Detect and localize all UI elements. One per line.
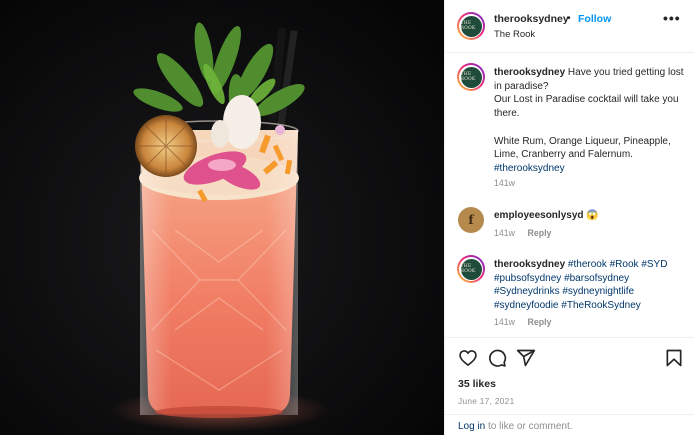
- hashtag-link[interactable]: #TheRookSydney: [561, 300, 641, 311]
- post-side-panel: THE ROOK therooksydney • Follow The Rook…: [444, 0, 694, 435]
- login-prompt-text: to like or comment.: [485, 421, 573, 432]
- comment-meta: 141w Reply: [494, 228, 551, 238]
- hashtag-link[interactable]: #Rook: [610, 259, 639, 270]
- commenter-avatar[interactable]: f: [458, 207, 484, 233]
- comment-text: therooksydney #therook #Rook #SYD #pubso…: [494, 258, 690, 313]
- commenter-avatar[interactable]: THE ROOK: [457, 255, 485, 283]
- login-prompt: Log in to like or comment.: [458, 421, 573, 432]
- post-photo[interactable]: [0, 0, 444, 435]
- comment-text: employeesonlysyd 😱: [494, 209, 690, 223]
- follow-button[interactable]: Follow: [578, 13, 611, 25]
- caption-avatar[interactable]: THE ROOK: [457, 63, 485, 91]
- caption-line-2: Our Lost in Paradise cocktail will take …: [494, 94, 679, 120]
- rook-logo-icon: THE ROOK: [460, 258, 482, 280]
- hashtag-link[interactable]: #barsofsydney: [564, 273, 629, 284]
- cocktail-image: [0, 0, 444, 435]
- hashtag-link[interactable]: #therook: [568, 259, 607, 270]
- comment-meta: 141w Reply: [494, 317, 551, 327]
- caption-timestamp[interactable]: 141w: [494, 178, 515, 188]
- comment-icon[interactable]: [487, 348, 507, 368]
- author-username[interactable]: therooksydney: [494, 13, 569, 25]
- comment-username[interactable]: therooksydney: [494, 259, 565, 270]
- rook-logo-icon: THE ROOK: [460, 15, 482, 37]
- login-prompt-bar: Log in to like or comment.: [445, 414, 694, 435]
- author-avatar[interactable]: THE ROOK: [457, 12, 485, 40]
- comment-timestamp[interactable]: 141w: [494, 317, 515, 327]
- separator-dot: •: [567, 12, 571, 24]
- heart-icon[interactable]: [458, 348, 478, 368]
- caption-hashtag[interactable]: #therooksydney: [494, 163, 565, 174]
- hashtag-link[interactable]: #Sydneydrinks: [494, 286, 560, 297]
- location-link[interactable]: The Rook: [494, 29, 535, 40]
- reply-button[interactable]: Reply: [527, 317, 551, 327]
- more-options-icon[interactable]: •••: [663, 10, 681, 26]
- caption-username[interactable]: therooksydney: [494, 67, 565, 78]
- post-date[interactable]: June 17, 2021: [458, 396, 515, 406]
- hashtag-link[interactable]: #pubsofsydney: [494, 273, 561, 284]
- likes-count[interactable]: 35 likes: [458, 378, 496, 390]
- caption-line-3: White Rum, Orange Liqueur, Pineapple, Li…: [494, 135, 671, 161]
- comment-username[interactable]: employeesonlysyd: [494, 210, 583, 221]
- rook-logo-icon: THE ROOK: [460, 66, 482, 88]
- bookmark-icon[interactable]: [664, 348, 684, 368]
- instagram-post: THE ROOK therooksydney • Follow The Rook…: [0, 0, 694, 435]
- hashtag-link[interactable]: #sydneyfoodie: [494, 300, 559, 311]
- commenter-avatar-glyph: f: [468, 213, 474, 227]
- share-icon[interactable]: [516, 348, 536, 368]
- comment-emoji: 😱: [586, 210, 599, 221]
- hashtag-link[interactable]: #SYD: [641, 259, 667, 270]
- post-actions: 35 likes June 17, 2021 Log in to like or…: [445, 337, 694, 435]
- comment-timestamp[interactable]: 141w: [494, 228, 515, 238]
- caption-text: therooksydney Have you tried getting los…: [494, 66, 690, 176]
- post-header: THE ROOK therooksydney • Follow The Rook…: [445, 0, 694, 53]
- reply-button[interactable]: Reply: [527, 228, 551, 238]
- login-link[interactable]: Log in: [458, 421, 485, 432]
- hashtag-link[interactable]: #sydneynightlife: [562, 286, 634, 297]
